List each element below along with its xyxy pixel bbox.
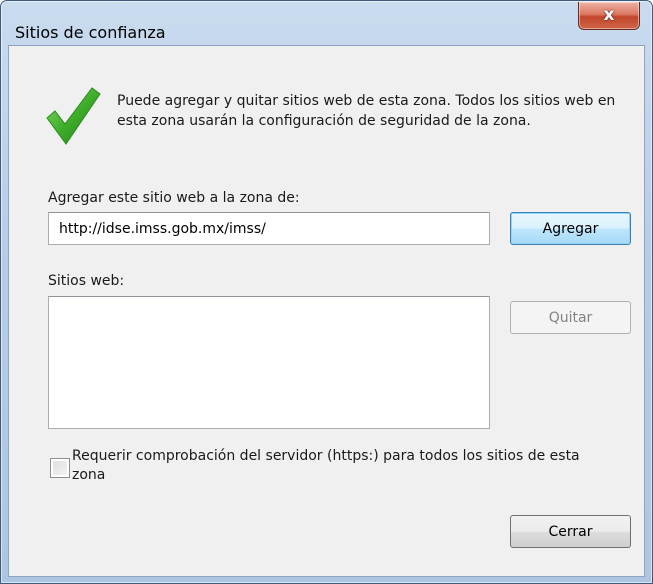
zone-info-text: Puede agregar y quitar sitios web de est… (117, 93, 616, 129)
close-button[interactable]: Cerrar (510, 515, 631, 548)
add-button[interactable]: Agregar (510, 212, 631, 245)
checkmark-icon (46, 87, 101, 145)
remove-button[interactable]: Quitar (510, 301, 631, 334)
window-title: Sitios de confianza (15, 23, 166, 42)
add-site-label: Agregar este sitio web a la zona de: (48, 190, 300, 206)
websites-listbox[interactable] (48, 296, 490, 429)
title-bar[interactable]: Sitios de confianza x (1, 1, 652, 45)
https-required-label: Requerir comprobación del servidor (http… (72, 448, 580, 483)
close-icon: x (603, 5, 615, 25)
https-required-checkbox[interactable] (50, 458, 70, 478)
websites-label: Sitios web: (48, 273, 125, 289)
site-url-input[interactable] (48, 212, 490, 245)
close-window-button[interactable]: x (578, 2, 640, 30)
